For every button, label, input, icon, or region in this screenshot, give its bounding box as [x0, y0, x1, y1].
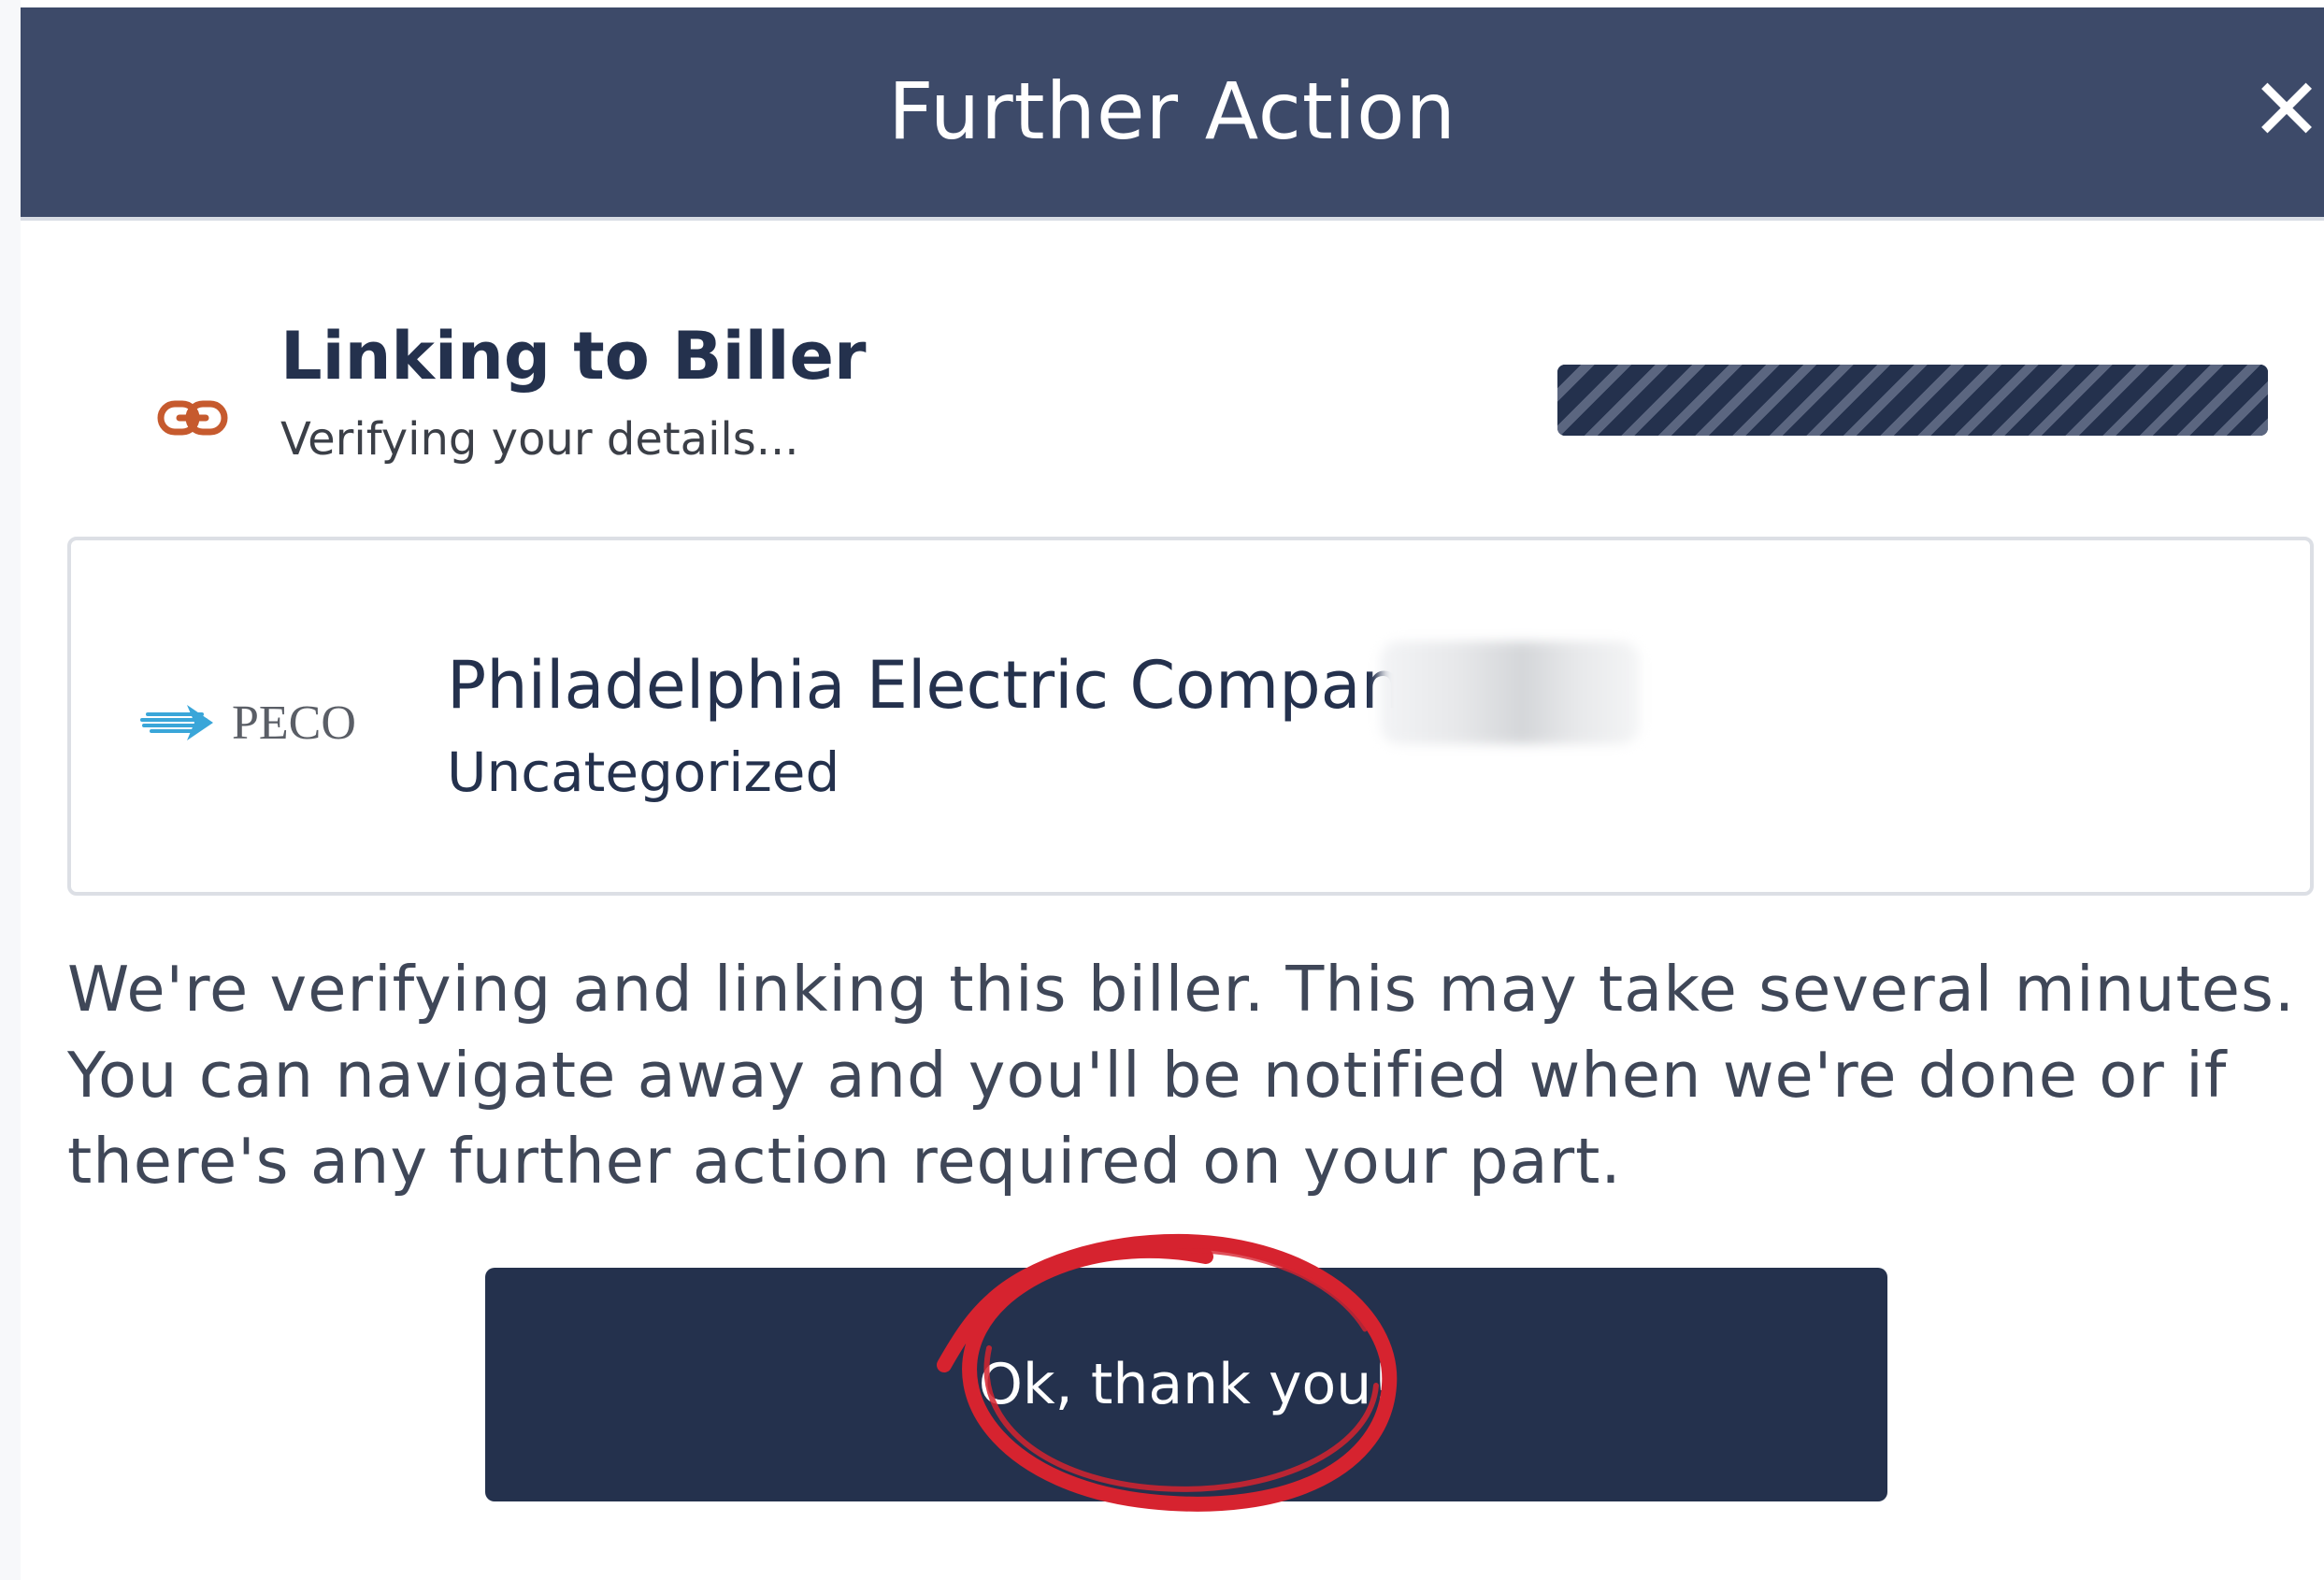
progress-bar-fill — [1557, 365, 2268, 436]
ok-thank-you-button[interactable]: Ok, thank you! — [485, 1268, 1887, 1501]
peco-logo-icon: PECO — [140, 697, 356, 750]
further-action-modal: Further Action ✕ Linking to Biller Verif… — [21, 7, 2324, 1580]
biller-category: Uncategorized — [447, 740, 840, 804]
linking-status: Linking to Biller Verifying your details… — [131, 307, 2281, 494]
modal-header: Further Action ✕ — [21, 7, 2324, 221]
biller-card: PECO Philadelphia Electric Company Uncat… — [67, 537, 2314, 896]
close-icon[interactable]: ✕ — [2249, 64, 2324, 157]
biller-name: Philadelphia Electric Company — [447, 647, 1442, 724]
background-edge — [0, 0, 21, 1580]
modal-title: Further Action — [888, 65, 1456, 157]
status-title: Linking to Biller — [280, 318, 867, 395]
progress-bar — [1557, 365, 2268, 436]
screen: Further Action ✕ Linking to Biller Verif… — [0, 0, 2324, 1580]
peco-logo-text: PECO — [232, 697, 356, 750]
link-icon — [157, 400, 228, 436]
info-message: We're verifying and linking this biller.… — [67, 953, 2296, 1198]
redacted-account-number — [1380, 641, 1640, 744]
status-subtitle: Verifying your details... — [280, 413, 799, 466]
